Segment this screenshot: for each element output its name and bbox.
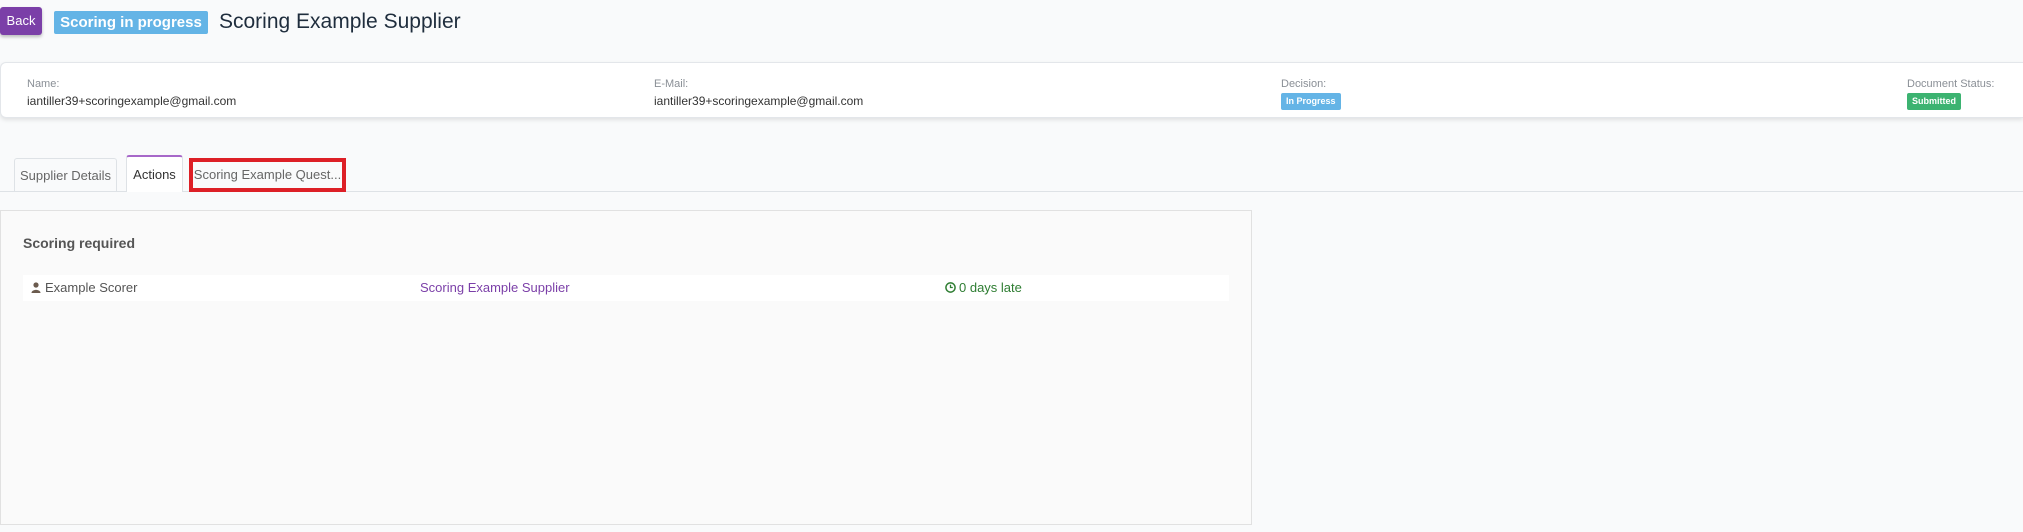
due-text: 0 days late xyxy=(959,280,1022,295)
supplier-link[interactable]: Scoring Example Supplier xyxy=(420,275,570,301)
user-icon xyxy=(31,282,41,293)
panel-title: Scoring required xyxy=(23,235,136,251)
email-value: iantiller39+scoringexample@gmail.com xyxy=(654,94,864,108)
decision-label: Decision: xyxy=(1281,78,1327,90)
supplier-info-card: Name: iantiller39+scoringexample@gmail.c… xyxy=(0,62,2023,118)
tab-bar: Supplier Details Actions Scoring Example… xyxy=(0,155,2023,192)
scorer-name: Example Scorer xyxy=(45,280,138,295)
tab-scoring-example-questionnaire[interactable]: Scoring Example Quest... xyxy=(190,158,345,191)
due-status: 0 days late xyxy=(945,275,1022,301)
name-label: Name: xyxy=(27,78,60,90)
name-field: Name: iantiller39+scoringexample@gmail.c… xyxy=(27,78,236,109)
name-value: iantiller39+scoringexample@gmail.com xyxy=(27,94,237,108)
clock-icon xyxy=(945,282,956,293)
email-field: E-Mail: iantiller39+scoringexample@gmail… xyxy=(654,78,863,109)
decision-badge: In Progress xyxy=(1281,93,1341,110)
tab-actions[interactable]: Actions xyxy=(126,155,183,192)
document-status-badge: Submitted xyxy=(1907,93,1961,110)
table-row: Example Scorer Scoring Example Supplier … xyxy=(23,275,1229,301)
document-status-label: Document Status: xyxy=(1907,78,1995,90)
scorer-cell: Example Scorer xyxy=(31,275,137,301)
tab-supplier-details[interactable]: Supplier Details xyxy=(14,158,117,191)
status-badge: Scoring in progress xyxy=(54,11,208,34)
scoring-panel: Scoring required Example Scorer Scoring … xyxy=(0,210,1252,525)
email-label: E-Mail: xyxy=(654,78,689,90)
document-status-field: Document Status: Submitted xyxy=(1907,78,1994,110)
back-button[interactable]: Back xyxy=(0,7,42,35)
page-title: Scoring Example Supplier xyxy=(219,10,461,33)
decision-field: Decision: In Progress xyxy=(1281,78,1341,110)
